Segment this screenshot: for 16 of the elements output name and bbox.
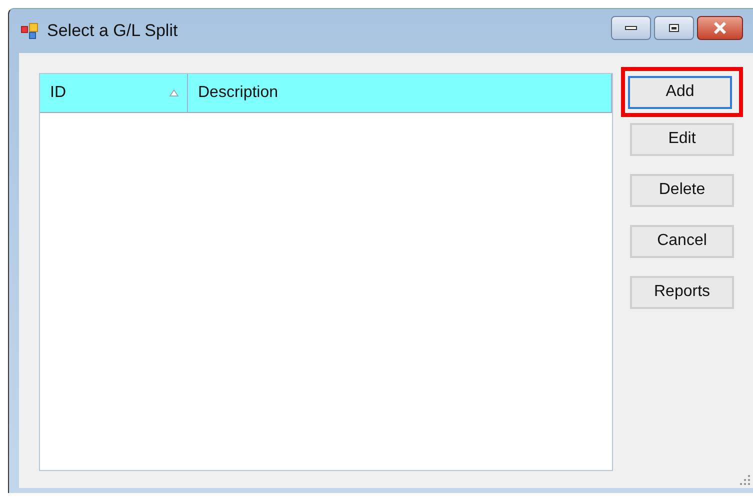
action-button[interactable]: Reports: [630, 276, 734, 308]
minimize-button[interactable]: [611, 16, 651, 40]
action-button[interactable]: Delete: [630, 174, 734, 206]
action-button[interactable]: Edit: [630, 122, 734, 156]
action-button[interactable]: Add: [628, 76, 732, 108]
column-header[interactable]: ID: [40, 74, 188, 112]
resize-grip-icon: [739, 474, 751, 486]
maximize-button[interactable]: [654, 16, 694, 40]
column-header[interactable]: Description: [188, 74, 612, 112]
action-button[interactable]: Cancel: [630, 224, 734, 258]
close-icon: [713, 22, 727, 34]
app-icon: [21, 23, 39, 39]
close-button[interactable]: [697, 16, 743, 40]
minimize-icon: [625, 25, 637, 31]
restore-icon: [668, 23, 680, 33]
window-title: Select a G/L Split: [47, 21, 178, 41]
